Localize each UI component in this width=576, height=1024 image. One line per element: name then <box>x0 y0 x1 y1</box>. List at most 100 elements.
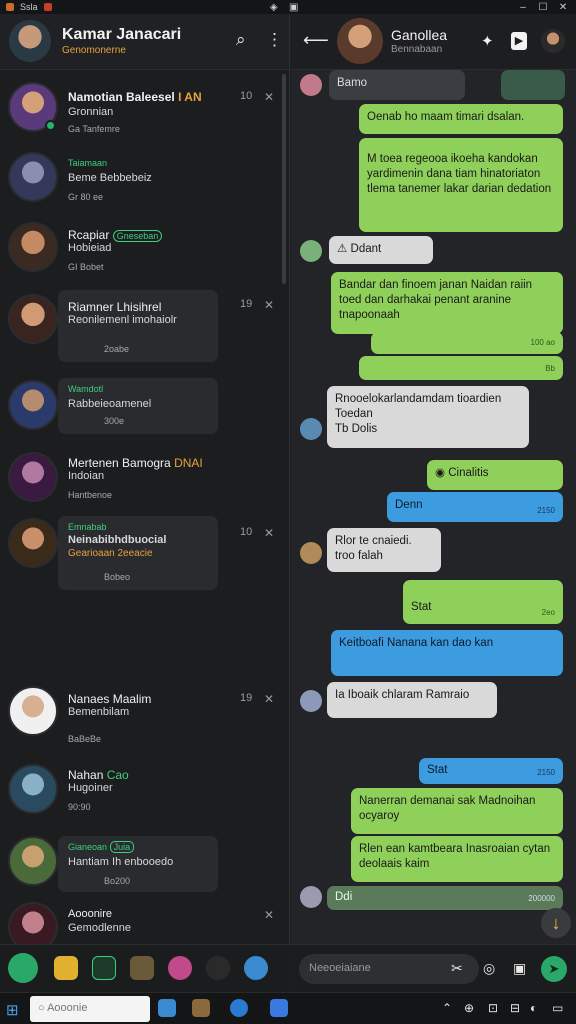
up-arrow-icon[interactable]: ⌃ <box>442 1001 452 1015</box>
sender-avatar <box>300 74 322 96</box>
contact-avatar[interactable] <box>337 18 383 64</box>
pin-icon[interactable]: ✦ <box>481 32 494 50</box>
taskbar-browser-icon[interactable] <box>230 999 248 1017</box>
emoji-icon[interactable]: ◎ <box>483 960 495 977</box>
chat-name: Nahan Cao <box>68 768 129 782</box>
close-icon[interactable]: ✕ <box>556 2 570 13</box>
attach-icon[interactable]: ✂ <box>451 960 463 977</box>
chat-meta: Ga Tanfemre <box>68 124 120 134</box>
close-chat-icon[interactable]: ✕ <box>264 526 274 540</box>
contact-avatar <box>8 836 58 886</box>
app-subtitle: Genomonerne <box>62 45 126 56</box>
contact-avatar <box>8 222 58 272</box>
message-bubble-incoming[interactable]: Bamo <box>329 70 465 100</box>
message-bubble-outgoing[interactable]: 100 ao <box>371 332 563 354</box>
close-chat-icon[interactable]: ✕ <box>264 298 274 312</box>
contact-avatar <box>8 294 58 344</box>
close-chat-icon[interactable]: ✕ <box>264 90 274 104</box>
camera-icon[interactable]: ▣ <box>513 960 526 977</box>
taskbar-search-input[interactable]: ○ Aooonie <box>30 996 150 1022</box>
contact-avatar <box>8 686 58 736</box>
message-composer: Neeoeiaiane ✂ ◎ ▣ ➤ <box>291 944 576 992</box>
scroll-down-button[interactable]: ↓ <box>541 908 571 938</box>
tray-icon: ▣ <box>289 1 299 13</box>
message-bubble-incoming[interactable]: Rlor te cnaiedi. troo falah <box>327 528 441 572</box>
chat-list-pane: Kamar Janacari Genomonerne ⌕ ⋮ Namotian … <box>0 14 290 944</box>
message-bubble-outgoing[interactable]: M toea regeooa ikoeha kandokan yardimeni… <box>359 138 563 232</box>
chat-name: Aooonire <box>68 908 113 920</box>
image-app-icon[interactable] <box>130 956 154 980</box>
tray-icon[interactable]: ⊡ <box>488 1001 498 1015</box>
start-menu-icon[interactable]: ⊞ <box>6 1001 19 1019</box>
taskbar-app-icon[interactable] <box>158 999 176 1017</box>
scrollbar[interactable] <box>282 74 286 284</box>
message-bubble-outgoing-blue[interactable]: Stat 2150 <box>419 758 563 784</box>
chat-list-item[interactable]: Nanaes Maalim Bemenbilam BaBeBe 19 ✕ <box>0 682 282 752</box>
chat-meta: GI Bobet <box>68 262 104 272</box>
message-bubble-outgoing[interactable]: Stat 2eo <box>403 580 563 624</box>
chat-meta: Gr 80 ee <box>68 192 104 202</box>
terminal-icon[interactable] <box>92 956 116 980</box>
media-app-icon[interactable] <box>168 956 192 980</box>
chat-name: Namotian Baleesel I AN <box>68 90 202 104</box>
message-bubble-outgoing[interactable]: Bb <box>359 356 563 380</box>
message-bubble-outgoing-blue[interactable]: Keitboafi Nanana kan dao kan <box>331 630 563 676</box>
system-bar-text: Ssla <box>20 2 38 12</box>
taskbar-app-icon[interactable] <box>270 999 288 1017</box>
chat-list-item[interactable]: Aooonire Gemodlenne ✕ <box>0 900 282 944</box>
message-bubble-outgoing-blue[interactable]: Denn 2150 <box>387 492 563 522</box>
send-button[interactable]: ➤ <box>541 956 567 982</box>
network-icon[interactable]: ⊕ <box>464 1001 474 1015</box>
message-bubble-incoming[interactable]: ⚠ Ddant <box>329 236 433 264</box>
chat-list-item[interactable]: Riamner Lhisihrel Reonilemenl imohaiolr … <box>0 288 282 368</box>
message-bubble-outgoing[interactable]: ◉ Cinalitis <box>427 460 563 490</box>
message-bubble-outgoing[interactable]: Ddi 200000 <box>327 886 563 910</box>
chat-list-item[interactable]: Rcapiar Gneseban Hobieiad GI Bobet <box>0 216 282 286</box>
message-bubble-incoming[interactable]: Rnooelokarlandamdam tioardien Toedan Tb D… <box>327 386 529 448</box>
chat-preview: Bemenbilam <box>68 706 130 718</box>
more-options-icon[interactable]: ⋮ <box>266 30 283 50</box>
chat-meta: BaBeBe <box>68 734 102 744</box>
game-app-icon[interactable] <box>206 956 230 980</box>
chat-name: Rcapiar Gneseban <box>68 228 163 242</box>
message-bubble-outgoing[interactable]: Nanerran demanai sak Madnoihan ocyaroy <box>351 788 563 834</box>
chat-list-item[interactable]: Gianeoan Juia Hantiam Ih enbooedo Bo200 <box>0 834 282 904</box>
close-chat-icon[interactable]: ✕ <box>264 692 274 706</box>
notification-icon[interactable]: ▭ <box>552 1001 563 1015</box>
volume-icon[interactable]: ◐ <box>530 1001 537 1015</box>
search-icon[interactable]: ⌕ <box>236 30 246 50</box>
chat-list-item[interactable]: Nahan Cao Hugoiner 90:90 <box>0 760 282 830</box>
message-bubble-outgoing[interactable]: Oenab ho maam timari dsalan. <box>359 104 563 134</box>
chat-list-item[interactable]: Mertenen Bamogra DNAI Indoian Hantbenoe <box>0 448 282 518</box>
taskbar-app-icon[interactable] <box>192 999 210 1017</box>
chat-list-item[interactable]: Wamdotl Rabbeieoamenel 300e <box>0 376 282 442</box>
maximize-icon[interactable]: ☐ <box>536 2 550 13</box>
system-status-bar: Ssla ◈ ▣ – ☐ ✕ <box>0 0 576 14</box>
message-bubble-outgoing[interactable]: Rlen ean kamtbeara Inasroaian cytan deol… <box>351 836 563 882</box>
chat-meta: Bo200 <box>104 876 131 886</box>
user-avatar[interactable] <box>9 20 51 62</box>
close-chat-icon[interactable]: ✕ <box>264 908 274 922</box>
chat-list-item[interactable]: Namotian Baleesel I AN Gronnian Ga Tanfe… <box>0 76 282 146</box>
chat-preview: Gemodlenne <box>68 922 131 934</box>
folder-icon[interactable] <box>54 956 78 980</box>
chat-list-item[interactable]: Taiamaan Beme Bebbebeiz Gr 80 ee <box>0 146 282 216</box>
minimize-icon[interactable]: – <box>516 2 530 13</box>
chat-app-icon[interactable] <box>8 953 38 983</box>
chat-list-item[interactable]: Emnabab Neinabibhdbuocial Gearioaan 2eea… <box>0 514 282 600</box>
video-call-icon[interactable]: ▶ <box>511 32 527 50</box>
contact-avatar <box>8 902 58 944</box>
tray-icon[interactable]: ⊟ <box>510 1001 520 1015</box>
chat-meta: 300e <box>104 416 125 426</box>
sender-avatar <box>300 542 322 564</box>
chat-preview-secondary: Gearioaan 2eeacie <box>68 548 153 559</box>
message-bubble-outgoing[interactable] <box>501 70 565 100</box>
browser-icon[interactable] <box>244 956 268 980</box>
message-bubble-outgoing[interactable]: Bandar dan finoem janan Naidan raiin toe… <box>331 272 563 334</box>
chat-preview: Neinabibhdbuocial <box>68 534 167 546</box>
chat-meta: Hantbenoe <box>68 490 113 500</box>
contact-avatar <box>8 152 58 202</box>
profile-thumbnail-icon[interactable] <box>541 29 565 53</box>
message-bubble-incoming[interactable]: Ia Iboaik chlaram Ramraio <box>327 682 497 718</box>
back-arrow-icon[interactable]: ⟵ <box>303 30 329 51</box>
